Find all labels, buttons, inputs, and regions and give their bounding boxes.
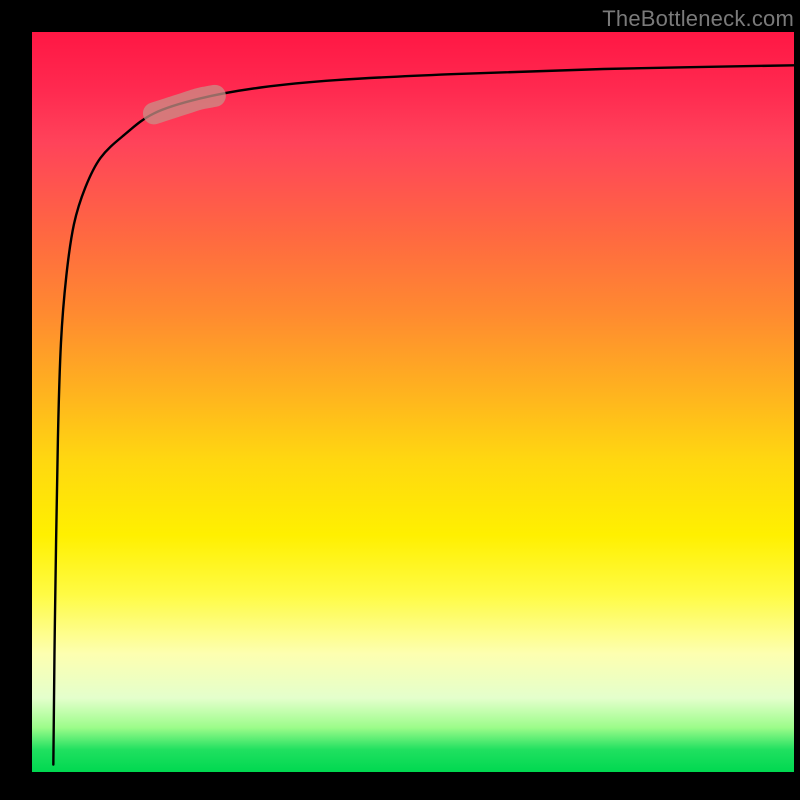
curve-layer xyxy=(32,32,794,772)
bottleneck-curve-line xyxy=(53,65,794,764)
plot-area xyxy=(32,32,794,772)
highlight-segment xyxy=(154,96,215,114)
chart-container: TheBottleneck.com xyxy=(0,0,800,800)
watermark-text: TheBottleneck.com xyxy=(602,6,794,32)
